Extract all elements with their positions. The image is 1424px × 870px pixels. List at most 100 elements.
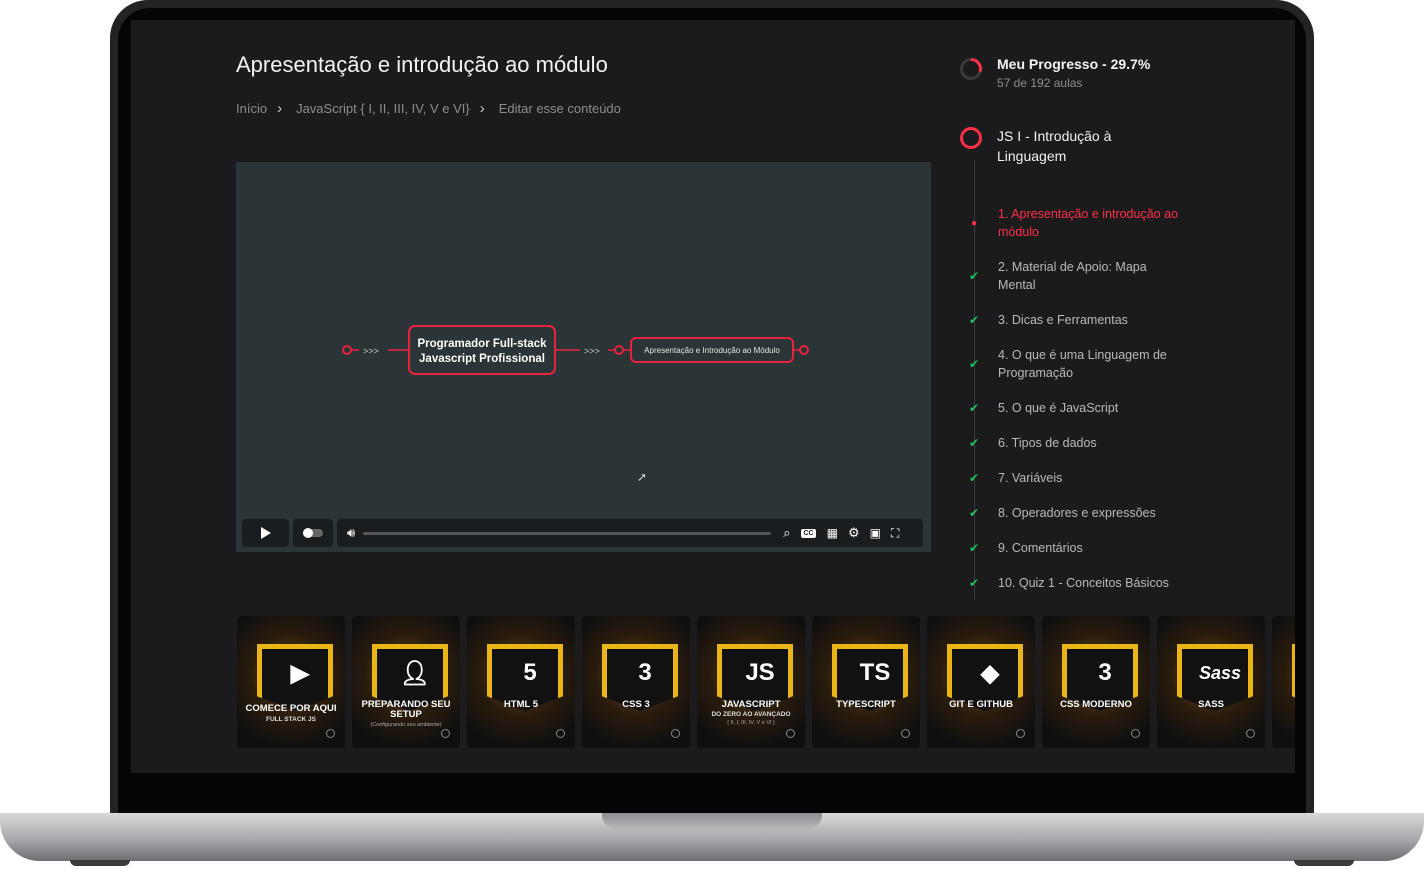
course-card[interactable]: ▶ COMECE POR AQUI FULL STACK JS <box>237 616 345 748</box>
course-carousel: ▶ COMECE POR AQUI FULL STACK JS 👤︎ PREPA… <box>237 616 1295 756</box>
flow-end-dot <box>799 345 809 355</box>
module-title: JS I - Introdução à Linguagem <box>997 128 1112 164</box>
flow-mid-dot <box>614 345 624 355</box>
lesson-label: 2. Material de Apoio: Mapa Mental <box>998 260 1147 292</box>
html5-icon: 5 <box>523 659 537 686</box>
seek-bar[interactable] <box>363 531 772 535</box>
lock-icon <box>441 729 450 738</box>
fullscreen-icon[interactable]: ⛶ <box>891 526 899 541</box>
check-icon: ✔ <box>968 506 980 520</box>
play-button[interactable] <box>242 519 289 547</box>
lesson-label: 6. Tipos de dados <box>998 436 1097 450</box>
course-title: PREPARANDO SEU SETUP <box>361 699 451 720</box>
play-icon <box>261 527 271 539</box>
volume-icon[interactable]: 🔊︎ <box>347 525 355 541</box>
course-card[interactable]: TS TYPESCRIPT <box>812 616 920 748</box>
course-card-partial[interactable] <box>1272 616 1295 748</box>
video-player[interactable]: >>> Programador Full-stack Javascript Pr… <box>236 162 931 552</box>
course-subtitle: (Configurando seu ambiente) <box>370 722 442 728</box>
course-card[interactable]: Sass SASS <box>1157 616 1265 748</box>
progress-summary: Meu Progresso - 29.7% 57 de 192 aulas <box>959 56 1279 90</box>
player-controls: 🔊︎ ⌕ CC ▦ ⚙ ▣ ⛶ <box>242 519 923 547</box>
check-icon: ✔ <box>968 313 980 327</box>
lesson-label: 4. O que é uma Linguagem de Programação <box>998 348 1167 380</box>
course-title: JAVASCRIPT <box>721 699 781 710</box>
module-header[interactable]: JS I - Introdução à Linguagem <box>959 126 1167 166</box>
autoplay-toggle[interactable] <box>293 519 333 547</box>
course-title: GIT E GITHUB <box>949 699 1013 710</box>
check-icon: ✔ <box>968 576 980 590</box>
course-title: CSS 3 <box>622 699 650 710</box>
lesson-label: 10. Quiz 1 - Conceitos Básicos <box>998 576 1169 590</box>
flow-node-main <box>408 325 556 375</box>
course-subtitle: DO ZERO AO AVANÇADO <box>711 711 791 718</box>
course-card[interactable]: ◆ GIT E GITHUB <box>927 616 1035 748</box>
lesson-item[interactable]: ✔ 3. Dicas e Ferramentas <box>959 311 1289 329</box>
lesson-label: 8. Operadores e expressões <box>998 506 1156 520</box>
lock-icon <box>901 729 910 738</box>
progress-subtitle: 57 de 192 aulas <box>997 76 1083 90</box>
lesson-item[interactable]: ✔ 2. Material de Apoio: Mapa Mental <box>959 258 1289 294</box>
lesson-item[interactable]: ✔ 7. Variáveis <box>959 469 1289 487</box>
lesson-item[interactable]: ✔ 8. Operadores e expressões <box>959 504 1289 522</box>
chevron-right-icon: › <box>479 100 485 117</box>
course-title: SASS <box>1198 699 1224 710</box>
breadcrumb-home[interactable]: Início <box>236 101 267 116</box>
check-icon: ✔ <box>968 436 980 450</box>
css3-icon: 3 <box>638 659 652 686</box>
module-ring-icon <box>960 127 982 149</box>
play-icon: ▶ <box>290 660 310 687</box>
course-title: TYPESCRIPT <box>836 699 896 710</box>
lesson-item[interactable]: ✔ 9. Comentários <box>959 539 1289 557</box>
video-frame: >>> Programador Full-stack Javascript Pr… <box>342 325 809 375</box>
captions-icon[interactable]: CC <box>801 528 816 538</box>
lesson-label: 1. Apresentação e introdução ao módulo <box>998 207 1178 239</box>
laptop-foot <box>1294 860 1354 866</box>
flow-start-dot <box>342 345 352 355</box>
chapters-icon[interactable]: ▦ <box>827 526 838 540</box>
check-icon: ✔ <box>968 401 980 415</box>
check-icon: ✔ <box>968 269 980 283</box>
breadcrumb-edit[interactable]: Editar esse conteúdo <box>499 101 621 116</box>
chevron-right-icon: › <box>277 100 283 117</box>
lesson-label: 7. Variáveis <box>998 471 1063 485</box>
course-title: COMECE POR AQUI <box>245 703 337 714</box>
control-bar: 🔊︎ ⌕ CC ▦ ⚙ ▣ ⛶ <box>337 519 923 547</box>
search-icon[interactable]: ⌕ <box>783 525 790 541</box>
check-icon: ✔ <box>968 471 980 485</box>
gear-icon[interactable]: ⚙ <box>848 525 860 541</box>
flow-arrows-2: >>> <box>584 346 600 356</box>
lesson-label: 3. Dicas e Ferramentas <box>998 313 1128 327</box>
lock-icon <box>671 729 680 738</box>
lock-icon <box>1246 729 1255 738</box>
lock-icon <box>1131 729 1140 738</box>
course-card[interactable]: 5 HTML 5 <box>467 616 575 748</box>
toggle-icon <box>303 528 323 538</box>
picture-in-picture-icon[interactable]: ▣ <box>870 526 881 540</box>
sass-icon: Sass <box>1198 663 1242 683</box>
lock-icon <box>1016 729 1025 738</box>
user-gear-icon: 👤︎ <box>399 660 431 687</box>
course-sidebar: Meu Progresso - 29.7% 57 de 192 aulas JS… <box>959 56 1279 600</box>
lesson-item[interactable]: ✔ 6. Tipos de dados <box>959 434 1289 452</box>
mouse-cursor-icon: ➚ <box>637 470 648 484</box>
course-card[interactable]: 3 CSS MODERNO <box>1042 616 1150 748</box>
ts-icon: TS <box>859 659 891 686</box>
check-icon: ✔ <box>968 541 980 555</box>
course-card[interactable]: 3 CSS 3 <box>582 616 690 748</box>
lesson-label: 9. Comentários <box>998 541 1083 555</box>
breadcrumb-course[interactable]: JavaScript { I, II, III, IV, V e VI} <box>296 101 470 116</box>
lesson-item[interactable]: ✔ 5. O que é JavaScript <box>959 399 1289 417</box>
lesson-item[interactable]: ● 1. Apresentação e introdução ao módulo <box>959 205 1289 241</box>
current-dot-icon: ● <box>970 217 978 229</box>
js-icon: JS <box>745 659 775 686</box>
card-background <box>1272 616 1295 748</box>
flow-node-subtitle: Apresentação e Introdução ao Módulo <box>644 346 780 355</box>
screen: Apresentação e introdução ao módulo Iníc… <box>131 20 1295 773</box>
course-card[interactable]: JS JAVASCRIPT DO ZERO AO AVANÇADO { II, … <box>697 616 805 748</box>
lesson-item[interactable]: ✔ 4. O que é uma Linguagem de Programaçã… <box>959 346 1289 382</box>
course-title: HTML 5 <box>503 699 539 710</box>
course-subtitle-2: { II, I, III, IV, V e VI } <box>727 720 775 726</box>
course-card[interactable]: 👤︎ PREPARANDO SEU SETUP (Configurando se… <box>352 616 460 748</box>
lesson-item[interactable]: ✔ 10. Quiz 1 - Conceitos Básicos <box>959 574 1289 592</box>
